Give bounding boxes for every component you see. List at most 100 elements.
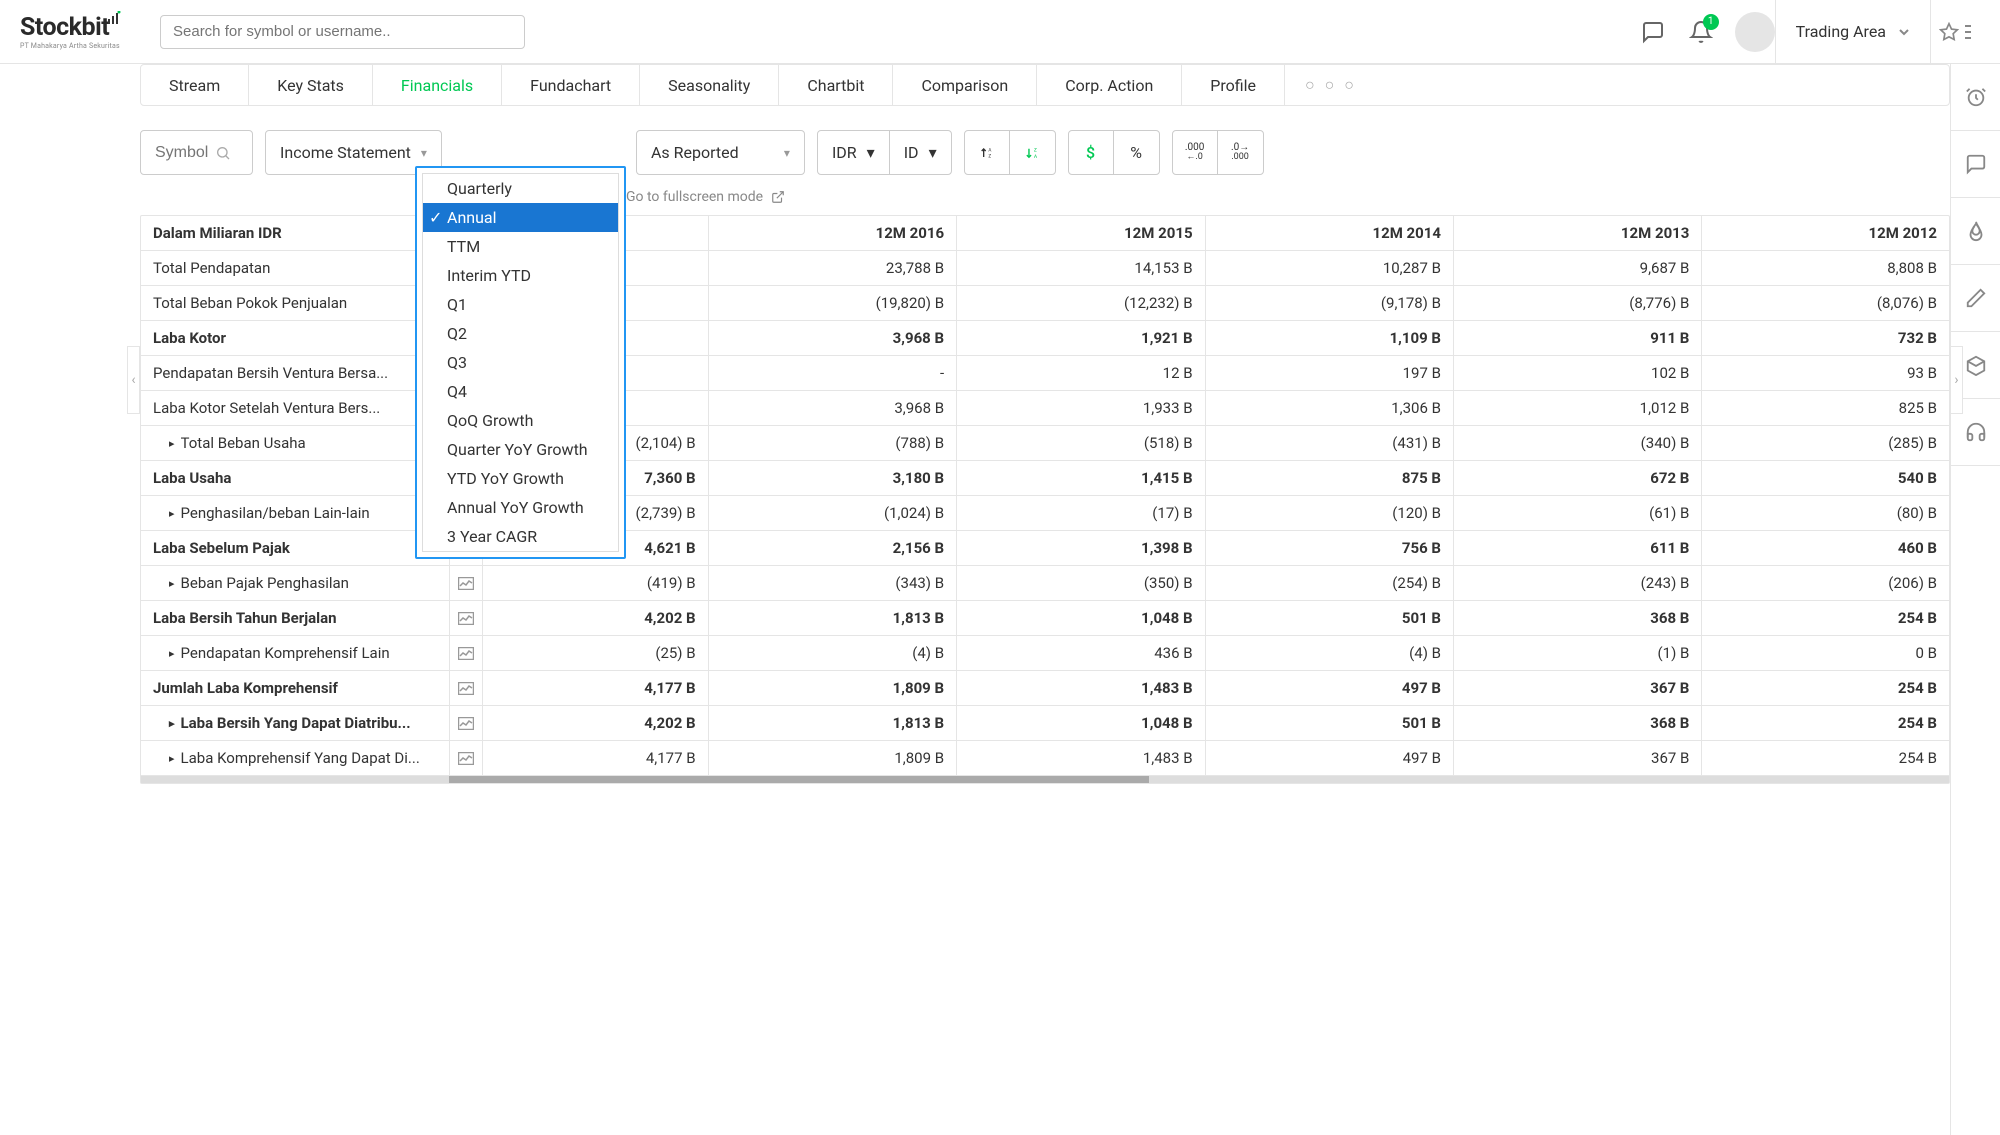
lang-select[interactable]: ID ▾	[890, 131, 951, 174]
logo-subtitle: PT Mahakarya Artha Sekuritas	[20, 42, 120, 50]
data-cell: 9,687 B	[1453, 251, 1701, 286]
rail-pencil-icon[interactable]	[1951, 265, 2000, 332]
data-cell: 1,809 B	[708, 671, 956, 706]
row-label-text: Laba Komprehensif Yang Dapat Di...	[181, 749, 420, 767]
symbol-input[interactable]	[155, 144, 215, 162]
data-cell: 93 B	[1702, 356, 1949, 391]
row-chart-button[interactable]	[449, 636, 482, 671]
row-label-cell[interactable]: ▸Penghasilan/beban Lain-lain	[141, 496, 449, 531]
global-search[interactable]	[160, 15, 525, 49]
rail-trending-icon[interactable]	[1951, 198, 2000, 265]
table-row: ▸Laba Bersih Yang Dapat Diatribu... 4,202…	[141, 706, 1949, 741]
row-label-text: Total Pendapatan	[153, 259, 270, 277]
sort-asc-icon: AZ	[979, 143, 995, 163]
data-cell: 254 B	[1702, 741, 1949, 776]
data-cell: (17) B	[957, 496, 1205, 531]
data-cell: (4) B	[1205, 636, 1453, 671]
row-chart-button[interactable]	[449, 741, 482, 776]
tab-seasonality[interactable]: Seasonality	[640, 65, 779, 105]
expand-icon: ▸	[169, 577, 175, 590]
horizontal-scrollbar[interactable]	[449, 776, 1149, 783]
rail-alarm-icon[interactable]	[1951, 64, 2000, 131]
avatar[interactable]	[1735, 12, 1775, 52]
table-row: Jumlah Laba Komprehensif4,177 B1,809 B1,…	[141, 671, 1949, 706]
data-cell: 4,202 B	[482, 706, 708, 741]
data-cell: 1,306 B	[1205, 391, 1453, 426]
data-cell: 0 B	[1702, 636, 1949, 671]
data-cell: (343) B	[708, 566, 956, 601]
tab-comparison[interactable]: Comparison	[893, 65, 1037, 105]
expand-icon: ▸	[169, 717, 175, 730]
scroll-right-button[interactable]: ›	[1950, 346, 1963, 414]
row-label-cell[interactable]: ▸Laba Komprehensif Yang Dapat Di...	[141, 741, 449, 776]
row-label-cell[interactable]: ▸Laba Bersih Yang Dapat Diatribu...	[141, 706, 449, 741]
table-header-row: Dalam Miliaran IDR 12M 2016 12M 2015 12M…	[141, 216, 1949, 251]
currency-unit-button[interactable]: $	[1069, 131, 1114, 174]
period-option[interactable]: Interim YTD	[423, 261, 618, 290]
tab-profile[interactable]: Profile	[1182, 65, 1285, 105]
period-option[interactable]: Quarterly	[423, 174, 618, 203]
chevron-down-icon	[1898, 26, 1910, 38]
row-label-cell[interactable]: ▸Beban Pajak Penghasilan	[141, 566, 449, 601]
period-option[interactable]: Annual YoY Growth	[423, 493, 618, 522]
period-option[interactable]: 3 Year CAGR	[423, 522, 618, 551]
symbol-search[interactable]	[140, 130, 253, 175]
row-chart-button[interactable]	[449, 706, 482, 741]
period-option[interactable]: Q1	[423, 290, 618, 319]
increase-decimal-button[interactable]: .0→.000	[1218, 131, 1263, 174]
period-option[interactable]: Quarter YoY Growth	[423, 435, 618, 464]
percent-button[interactable]: %	[1114, 131, 1159, 174]
data-cell: (25) B	[482, 636, 708, 671]
period-option[interactable]: Q4	[423, 377, 618, 406]
row-chart-button[interactable]	[449, 671, 482, 706]
data-cell: 254 B	[1702, 671, 1949, 706]
row-label-cell[interactable]: ▸Pendapatan Komprehensif Lain	[141, 636, 449, 671]
rail-chat-icon[interactable]	[1951, 131, 2000, 198]
period-option[interactable]: Q3	[423, 348, 618, 377]
tab-keystats[interactable]: Key Stats	[249, 65, 373, 105]
row-chart-button[interactable]	[449, 566, 482, 601]
fullscreen-link[interactable]: Go to fullscreen mode	[626, 189, 1950, 205]
data-cell: 911 B	[1453, 321, 1701, 356]
statement-type-label: Income Statement	[280, 143, 411, 162]
period-option[interactable]: QoQ Growth	[423, 406, 618, 435]
as-reported-select[interactable]: As Reported ▾	[636, 130, 805, 175]
trading-area-menu[interactable]: Trading Area	[1775, 0, 1930, 64]
sort-asc-button[interactable]: AZ	[965, 131, 1010, 174]
data-cell: 1,048 B	[957, 706, 1205, 741]
data-cell: 3,180 B	[708, 461, 956, 496]
data-cell: (431) B	[1205, 426, 1453, 461]
currency-select[interactable]: IDR ▾	[818, 131, 890, 174]
data-cell: (254) B	[1205, 566, 1453, 601]
tab-chartbit[interactable]: Chartbit	[779, 65, 893, 105]
sort-desc-button[interactable]: ZA	[1010, 131, 1055, 174]
data-cell: 672 B	[1453, 461, 1701, 496]
table-row: Total Pendapatan23,788 B14,153 B10,287 B…	[141, 251, 1949, 286]
watchlist-toggle-icon[interactable]	[1930, 0, 1980, 64]
row-label-text: Total Beban Usaha	[181, 434, 306, 452]
period-option[interactable]: Annual	[423, 203, 618, 232]
period-option[interactable]: YTD YoY Growth	[423, 464, 618, 493]
scroll-left-button[interactable]: ‹	[127, 346, 140, 414]
logo[interactable]: Stockbit PT Mahakarya Artha Sekuritas	[20, 13, 150, 50]
tab-more[interactable]: ○ ○ ○	[1285, 65, 1377, 105]
decrease-decimal-button[interactable]: .000←.0	[1173, 131, 1218, 174]
data-cell: (206) B	[1702, 566, 1949, 601]
tab-corpaction[interactable]: Corp. Action	[1037, 65, 1182, 105]
period-option[interactable]: TTM	[423, 232, 618, 261]
tab-financials[interactable]: Financials	[373, 65, 502, 105]
row-label-text: Pendapatan Bersih Ventura Bersa...	[153, 364, 388, 382]
search-input[interactable]	[173, 23, 512, 40]
row-label-cell[interactable]: ▸Total Beban Usaha	[141, 426, 449, 461]
table-row: Laba Kotor Setelah Ventura Bers...3,968 …	[141, 391, 1949, 426]
tab-fundachart[interactable]: Fundachart	[502, 65, 640, 105]
data-cell: 611 B	[1453, 531, 1701, 566]
period-option[interactable]: Q2	[423, 319, 618, 348]
data-cell: 4,177 B	[482, 741, 708, 776]
chat-icon[interactable]	[1639, 18, 1667, 46]
row-chart-button[interactable]	[449, 601, 482, 636]
table-row: ▸Total Beban Usaha(2,104) B(788) B(518) …	[141, 426, 1949, 461]
tab-stream[interactable]: Stream	[141, 65, 249, 105]
bell-icon[interactable]: 1	[1687, 18, 1715, 46]
col-2016: 12M 2016	[708, 216, 956, 251]
